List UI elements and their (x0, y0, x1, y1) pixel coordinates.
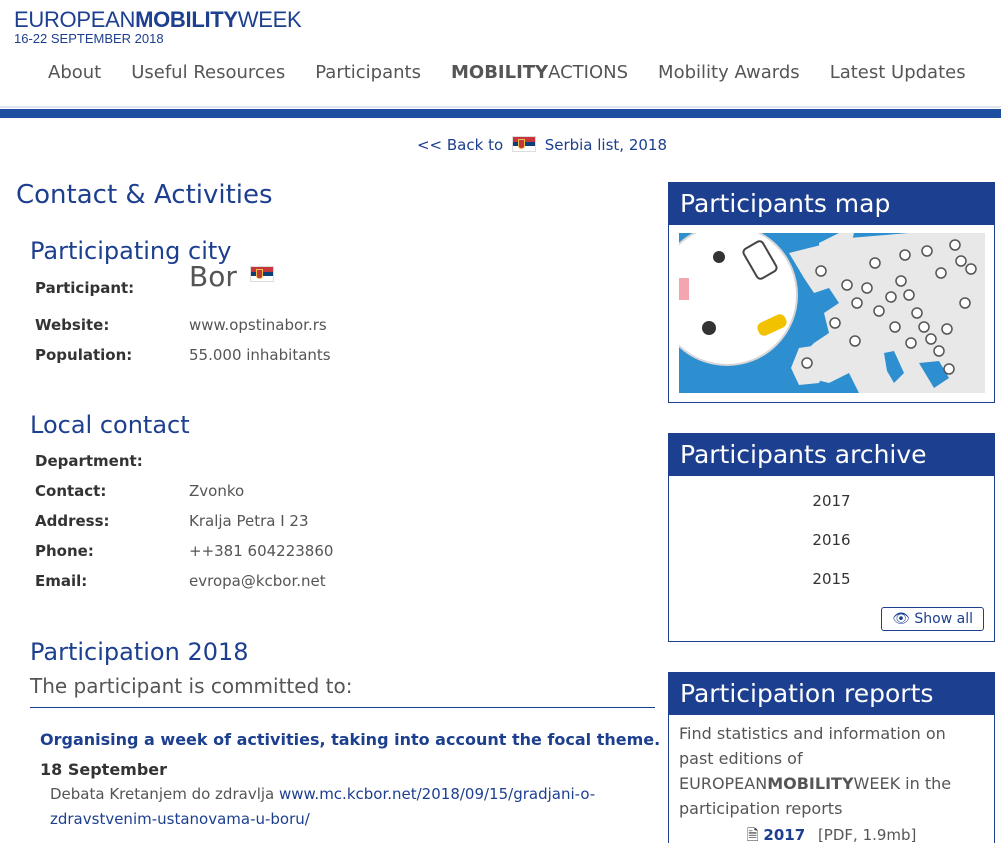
main-nav: About Useful Resources Participants MOBI… (48, 62, 996, 84)
phone-label: Phone: (35, 542, 94, 560)
report-meta: [PDF, 1.9mb] (817, 826, 917, 843)
participation-heading: Participation 2018 (30, 638, 249, 666)
participants-map-panel: Participants map (668, 182, 995, 403)
nav-useful-resources[interactable]: Useful Resources (131, 62, 285, 84)
page-title: Contact & Activities (16, 180, 273, 210)
email-label: Email: (35, 572, 88, 590)
back-link-country: Serbia list, 2018 (544, 136, 668, 154)
activity-description-text: Debata Kretanjem do zdravlja (50, 785, 275, 803)
participants-map-title: Participants map (669, 183, 994, 225)
population-value: 55.000 inhabitants (189, 346, 331, 364)
participation-reports-text: Find statistics and information on past … (679, 724, 952, 818)
serbia-flag-icon (511, 136, 536, 152)
committed-subheading: The participant is committed to: (30, 674, 353, 698)
nav-mobility-awards[interactable]: Mobility Awards (658, 62, 800, 84)
contact-label: Contact: (35, 482, 107, 500)
phone-value: ++381 604223860 (189, 542, 334, 560)
main-content: Contact & Activities Participating city … (16, 178, 660, 828)
archive-year-2017[interactable]: 2017 (812, 492, 850, 510)
logo-wordmark: EUROPEANMOBILITYWEEK (14, 7, 302, 32)
population-label: Population: (35, 346, 133, 364)
europe-map-image (679, 233, 985, 393)
logo-dates: 16-22 SEPTEMBER 2018 (14, 31, 164, 46)
email-link[interactable]: evropa@kcbor.net (189, 571, 326, 591)
report-year: 2017 (763, 826, 806, 843)
activity-date: 18 September (40, 760, 168, 779)
report-pdf-link[interactable]: 🗎︎ 2017 [PDF, 1.9mb] (669, 825, 994, 843)
nav-latest-updates[interactable]: Latest Updates (830, 62, 966, 84)
nav-participants[interactable]: Participants (315, 62, 421, 84)
back-link-prefix: << Back to (416, 136, 504, 154)
back-link[interactable]: << Back to Serbia list, 2018 (0, 136, 1001, 154)
activity-description: Debata Kretanjem do zdravlja www.mc.kcbo… (50, 782, 610, 832)
header-bar (0, 109, 1001, 118)
nav-about[interactable]: About (48, 62, 101, 84)
site-logo[interactable]: EUROPEANMOBILITYWEEK 16-22 SEPTEMBER 201… (14, 7, 302, 46)
archive-year-2015[interactable]: 2015 (812, 570, 850, 588)
participants-map[interactable] (679, 233, 985, 393)
address-label: Address: (35, 512, 110, 530)
header-divider (0, 106, 1001, 108)
nav-mobility-actions[interactable]: MOBILITYACTIONS (451, 62, 628, 84)
website-label: Website: (35, 316, 110, 334)
participants-archive-title: Participants archive (669, 434, 994, 476)
section-rule (30, 707, 655, 708)
local-contact-heading: Local contact (30, 411, 190, 439)
archive-year-list: 2017 2016 2015 (669, 476, 994, 599)
website-link[interactable]: www.opstinabor.rs (189, 315, 327, 335)
show-all-button[interactable]: 👁︎ Show all (881, 607, 984, 631)
show-all-label: Show all (914, 611, 973, 627)
serbia-flag-icon (249, 266, 274, 282)
contact-value: Zvonko (189, 482, 245, 500)
activity-title: Organising a week of activities, taking … (40, 730, 661, 749)
address-value: Kralja Petra I 23 (189, 512, 309, 530)
department-label: Department: (35, 452, 143, 470)
participation-reports-panel: Participation reports Find statistics an… (668, 672, 995, 843)
participant-label: Participant: (35, 279, 135, 297)
participants-archive-panel: Participants archive 2017 2016 2015 👁︎ S… (668, 433, 995, 642)
participation-reports-title: Participation reports (669, 673, 994, 715)
eye-icon: 👁︎ (892, 611, 910, 627)
pdf-file-icon: 🗎︎ (746, 826, 759, 843)
archive-year-2016[interactable]: 2016 (812, 531, 850, 549)
participant-value: Bor (189, 263, 278, 291)
